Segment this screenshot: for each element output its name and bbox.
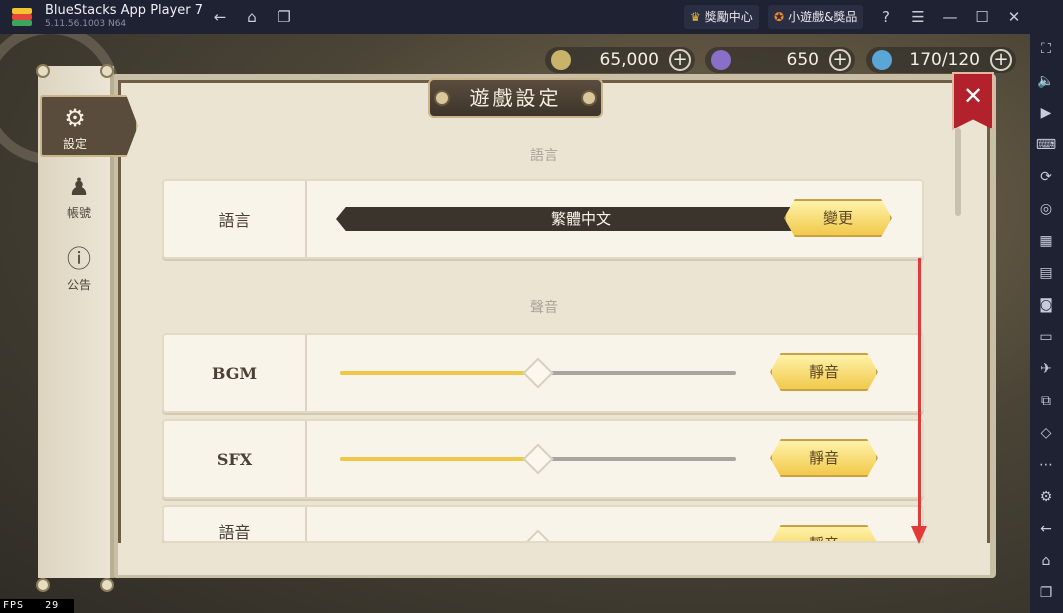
screw-decoration [100,64,114,78]
fps-value: 29 [45,600,60,611]
language-row: 語言 繁體中文 變更 [162,179,924,259]
gold-coin-icon [551,50,571,70]
android-back-icon[interactable]: ← [1035,518,1057,540]
rotate-icon[interactable]: ⧉ [1035,390,1057,412]
energy-amount: 170/120 [909,50,980,70]
tab-account-label: 帳號 [66,206,91,220]
scrollbar[interactable] [955,128,961,216]
blue-energy-icon [872,50,892,70]
bluestacks-window: BlueStacks App Player 7 5.11.56.1003 N64… [0,0,1063,613]
right-toolbar: ⛶ 🔈 ▶ ⌨ ⟳ ◎ ▦ ▤ ◙ ▭ ✈ ⧉ ◇ ⋯ ⚙ ← ⌂ ❐ [1030,34,1063,613]
panel-footer [118,543,990,575]
back-icon[interactable]: ← [208,5,232,29]
tab-notice[interactable]: ⓘ 公告 [46,238,112,300]
change-language-button[interactable]: 變更 [784,199,892,237]
app-version: 5.11.56.1003 N64 [45,19,127,29]
gold-amount: 65,000 [599,50,659,70]
volume-icon[interactable]: 🔈 [1035,70,1057,92]
title-bar: BlueStacks App Player 7 5.11.56.1003 N64… [0,0,1063,34]
fps-label: FPS [3,600,25,611]
tab-account[interactable]: ♟ 帳號 [46,166,112,228]
gem-amount: 650 [786,50,819,70]
sfx-volume-slider[interactable] [340,443,736,475]
sfx-row: SFX 靜音 [162,419,924,499]
app-title: BlueStacks App Player 7 [45,3,204,18]
bgm-volume-slider[interactable] [340,357,736,389]
voice-row-label: 語音 [164,507,307,541]
add-gem-button[interactable]: + [829,49,851,71]
media-icon[interactable]: ▶ [1035,102,1057,124]
sfx-volume-knob[interactable] [522,443,554,475]
account-icon: ♟ [68,173,90,201]
voice-mute-button[interactable]: 靜音 [770,525,878,541]
screw-decoration [36,578,50,592]
bgm-volume-fill [340,371,538,375]
voice-volume-knob[interactable] [522,529,554,541]
notice-icon: ⓘ [67,245,91,273]
fps-counter: FPS 29 [0,599,74,613]
rewards-center-label: 獎勵中心 [704,10,753,24]
apk-install-icon[interactable]: ▤ [1035,262,1057,284]
android-home-icon[interactable]: ⌂ [1035,550,1057,572]
help-icon[interactable]: ? [874,5,898,29]
minigames-label: 小遊戲&獎品 [788,10,858,24]
section-language-heading: 語言 [530,148,558,164]
bgm-volume-knob[interactable] [522,357,554,389]
current-language-value: 繁體中文 [336,207,826,231]
rewards-center-button[interactable]: ♛ 獎勵中心 [684,5,759,29]
close-window-icon[interactable]: ✕ [1002,5,1026,29]
sfx-row-label: SFX [164,421,307,497]
tab-settings[interactable]: ⚙ 設定 [40,95,138,157]
sfx-volume-fill [340,457,538,461]
screw-decoration [36,64,50,78]
minimize-icon[interactable]: — [938,5,962,29]
multi-window-icon[interactable]: ❐ [272,5,296,29]
scroll-down-arrow-icon [911,526,927,544]
minigames-button[interactable]: ✪ 小遊戲&獎品 [768,5,864,29]
performance-icon[interactable]: ▦ [1035,230,1057,252]
more-icon[interactable]: ⋯ [1035,454,1057,476]
sync-icon[interactable]: ◎ [1035,198,1057,220]
panel-title: 遊戲設定 [428,78,603,118]
gold-currency: 65,000 + [545,47,695,73]
bgm-row: BGM 靜音 [162,333,924,413]
purple-gem-icon [711,50,731,70]
home-icon[interactable]: ⌂ [240,5,264,29]
bgm-mute-button[interactable]: 靜音 [770,353,878,391]
screw-decoration [100,578,114,592]
fullscreen-icon[interactable]: ⛶ [1035,38,1057,60]
scroll-hint-arrow-line [918,258,921,526]
tab-settings-label: 設定 [62,137,87,151]
macro-icon[interactable]: ⟳ [1035,166,1057,188]
settings-icon[interactable]: ⚙ [1035,486,1057,508]
add-energy-button[interactable]: + [990,49,1012,71]
energy-currency: 170/120 + [866,47,1016,73]
tab-notice-label: 公告 [66,278,91,292]
bluestacks-logo-icon [12,8,32,26]
gem-currency: 650 + [705,47,855,73]
voice-row: 語音 靜音 [162,505,924,543]
star-badge-icon: ✪ [774,10,785,24]
section-sound-heading: 聲音 [530,300,558,316]
eraser-icon[interactable]: ◇ [1035,422,1057,444]
bgm-row-label: BGM [164,335,307,411]
language-row-label: 語言 [164,181,307,257]
sfx-mute-button[interactable]: 靜音 [770,439,878,477]
gear-icon: ⚙ [64,104,86,132]
recent-apps-icon[interactable]: ❐ [1035,582,1057,604]
close-icon: ✕ [962,82,984,110]
airplane-icon[interactable]: ✈ [1035,358,1057,380]
add-gold-button[interactable]: + [669,49,691,71]
maximize-icon[interactable]: ☐ [970,5,994,29]
menu-icon[interactable]: ☰ [906,5,930,29]
keyboard-icon[interactable]: ⌨ [1035,134,1057,156]
screenshot-icon[interactable]: ◙ [1035,294,1057,316]
folder-icon[interactable]: ▭ [1035,326,1057,348]
crown-icon: ♛ [690,10,701,24]
